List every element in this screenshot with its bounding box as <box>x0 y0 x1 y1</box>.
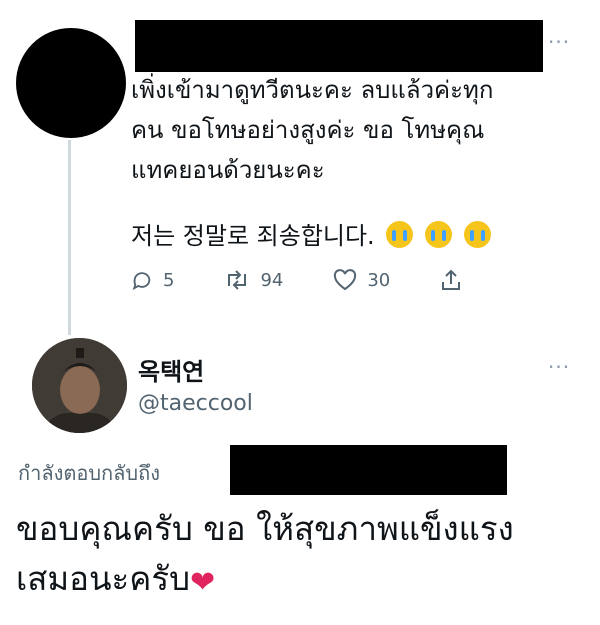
crying-face-emoji-icon <box>424 221 452 248</box>
tweet-text-line: แทคยอนด้วยนะคะ <box>131 156 325 184</box>
like-count: 30 <box>367 269 391 291</box>
tweet-text: เพิ่งเข้ามาดูทวีตนะคะ ลบแล้วค่ะทุก คน ขอ… <box>131 70 551 190</box>
crying-face-emoji-icon <box>386 221 414 248</box>
crying-face-emoji-icon <box>463 221 491 248</box>
avatar-redacted[interactable] <box>16 28 126 138</box>
tweet-text-korean: 저는 정말로 죄송합니다. <box>131 216 491 256</box>
retweet-count: 94 <box>260 269 284 291</box>
username-redaction-block <box>135 20 543 72</box>
share-icon <box>442 269 461 290</box>
display-name[interactable]: 옥택연 <box>138 352 204 387</box>
reply-text-line: ขอบคุณครับ ขอ ให้สุขภาพแข็งแรง <box>16 509 514 548</box>
thread-connector-line <box>68 140 71 335</box>
reply-button[interactable]: 5 <box>131 269 174 291</box>
reply-text-line: เสมอนะครับ❤ <box>16 554 596 608</box>
tweet-action-bar: 5 94 30 <box>131 268 522 292</box>
replying-to-label: กำลังตอบกลับถึง <box>18 461 160 485</box>
user-handle[interactable]: @taeccool <box>138 391 253 416</box>
more-options-icon[interactable]: ··· <box>548 30 570 54</box>
more-options-icon[interactable]: ··· <box>548 355 570 379</box>
like-button[interactable]: 30 <box>333 269 390 291</box>
reply-tweet-text: ขอบคุณครับ ขอ ให้สุขภาพแข็งแรง เสมอนะครั… <box>16 504 596 608</box>
avatar[interactable] <box>32 338 127 433</box>
retweet-button[interactable]: 94 <box>224 269 283 291</box>
korean-apology-text: 저는 정말로 죄송합니다. <box>131 222 375 250</box>
profile-photo <box>32 338 127 433</box>
heart-outline-icon <box>334 269 357 291</box>
reply-count: 5 <box>163 269 175 291</box>
tweet-text-line: คน ขอโทษอย่างสูงค่ะ ขอ โทษคุณ <box>131 116 485 144</box>
reply-target-redaction-block <box>230 445 507 495</box>
share-button[interactable] <box>440 268 472 292</box>
retweet-icon <box>228 270 247 290</box>
reply-text-segment: เสมอนะครับ <box>16 559 191 598</box>
tweet-text-line: เพิ่งเข้ามาดูทวีตนะคะ ลบแล้วค่ะทุก <box>131 76 494 104</box>
red-heart-emoji-icon: ❤ <box>190 565 216 600</box>
reply-icon <box>132 272 151 291</box>
